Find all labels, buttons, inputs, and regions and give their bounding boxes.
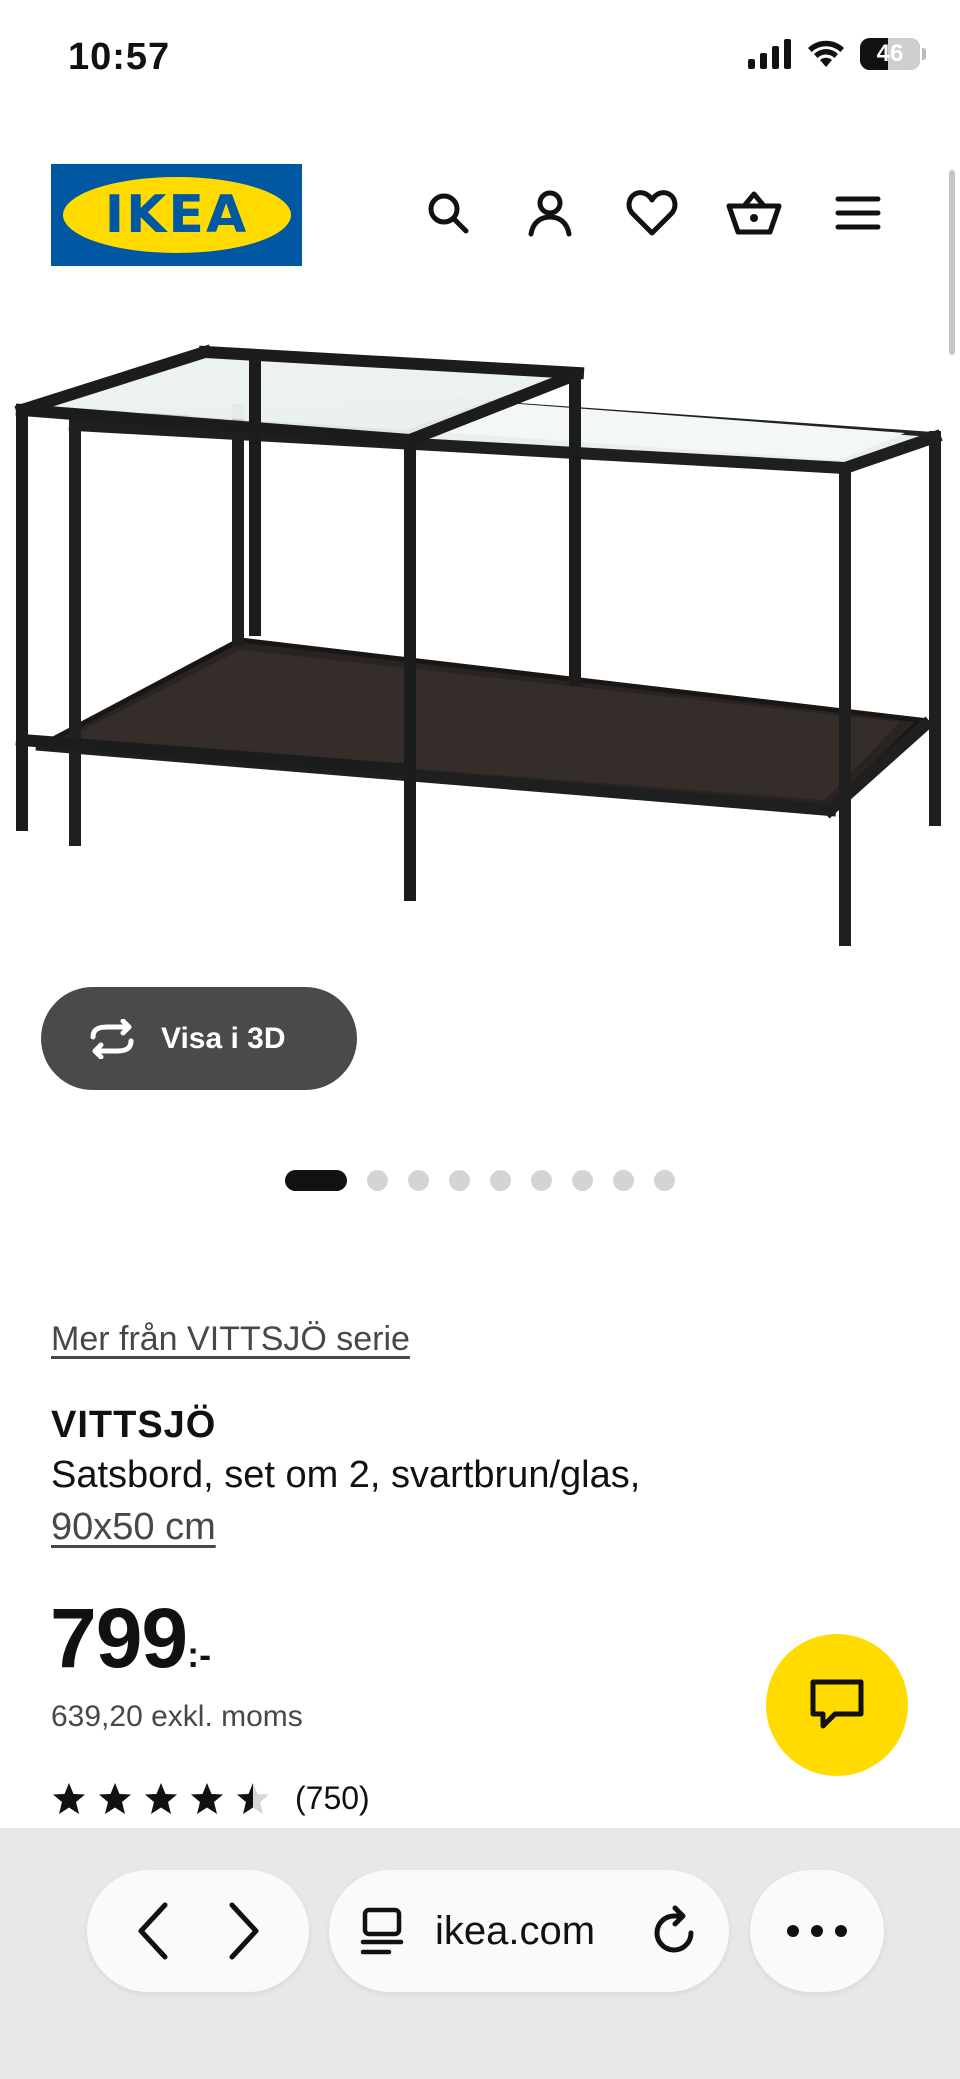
menu-icon[interactable] bbox=[827, 182, 889, 244]
more-options-button[interactable] bbox=[750, 1870, 884, 1992]
site-header: IKEA bbox=[0, 150, 960, 280]
back-icon[interactable] bbox=[133, 1901, 173, 1961]
profile-icon[interactable] bbox=[519, 182, 581, 244]
price-excl-vat: 639,20 exkl. moms bbox=[51, 1700, 303, 1733]
heart-icon[interactable] bbox=[621, 182, 683, 244]
star-icon bbox=[237, 1782, 269, 1814]
reload-icon[interactable] bbox=[651, 1905, 699, 1957]
carousel-dot[interactable] bbox=[367, 1170, 388, 1191]
carousel-dot[interactable] bbox=[490, 1170, 511, 1191]
product-description: Satsbord, set om 2, svartbrun/glas, bbox=[51, 1454, 641, 1496]
carousel-dot[interactable] bbox=[654, 1170, 675, 1191]
browser-toolbar: ikea.com bbox=[0, 1828, 960, 2079]
wifi-icon bbox=[808, 40, 844, 67]
nesting-table-illustration bbox=[14, 344, 943, 946]
star-icon bbox=[53, 1782, 85, 1814]
chat-icon bbox=[810, 1679, 864, 1729]
browser-nav-group bbox=[87, 1870, 309, 1992]
signal-icon bbox=[748, 39, 791, 69]
carousel-indicator bbox=[285, 1170, 675, 1191]
star-icon bbox=[145, 1782, 177, 1814]
carousel-dot[interactable] bbox=[531, 1170, 552, 1191]
rating[interactable]: (750) bbox=[51, 1780, 370, 1817]
more-icon bbox=[787, 1925, 847, 1937]
carousel-dot[interactable] bbox=[572, 1170, 593, 1191]
chat-button[interactable] bbox=[766, 1634, 908, 1776]
view-3d-button[interactable]: Visa i 3D bbox=[41, 987, 357, 1090]
review-count[interactable]: (750) bbox=[295, 1780, 370, 1817]
basket-icon[interactable] bbox=[723, 182, 785, 244]
status-bar: 10:57 46 bbox=[0, 0, 960, 120]
carousel-dot[interactable] bbox=[408, 1170, 429, 1191]
carousel-dot-active[interactable] bbox=[285, 1170, 347, 1191]
search-icon[interactable] bbox=[417, 182, 479, 244]
star-icon bbox=[191, 1782, 223, 1814]
url-text[interactable]: ikea.com bbox=[435, 1909, 621, 1954]
rotate-3d-icon bbox=[90, 1018, 134, 1059]
price-suffix: :- bbox=[187, 1634, 212, 1675]
rating-stars bbox=[51, 1781, 271, 1817]
product-name: VITTSJÖ bbox=[51, 1404, 217, 1446]
star-icon bbox=[99, 1782, 131, 1814]
battery-level: 46 bbox=[876, 40, 904, 67]
logo-text: IKEA bbox=[104, 185, 249, 245]
price-value: 799 bbox=[50, 1591, 188, 1685]
status-icons: 46 bbox=[748, 38, 926, 70]
series-link[interactable]: Mer från VITTSJÖ serie bbox=[51, 1320, 410, 1359]
page-menu-icon[interactable] bbox=[359, 1906, 405, 1956]
ikea-logo[interactable]: IKEA bbox=[51, 164, 302, 266]
address-bar[interactable]: ikea.com bbox=[329, 1870, 729, 1992]
carousel-dot[interactable] bbox=[449, 1170, 470, 1191]
battery-icon: 46 bbox=[860, 38, 926, 70]
forward-icon[interactable] bbox=[224, 1901, 264, 1961]
product-size-link[interactable]: 90x50 cm bbox=[51, 1506, 216, 1549]
carousel-dot[interactable] bbox=[613, 1170, 634, 1191]
price: 799 :- bbox=[50, 1590, 211, 1687]
logo-oval: IKEA bbox=[62, 177, 291, 253]
status-time: 10:57 bbox=[68, 36, 171, 78]
view-3d-label: Visa i 3D bbox=[161, 1021, 286, 1055]
product-image[interactable] bbox=[0, 300, 960, 1000]
